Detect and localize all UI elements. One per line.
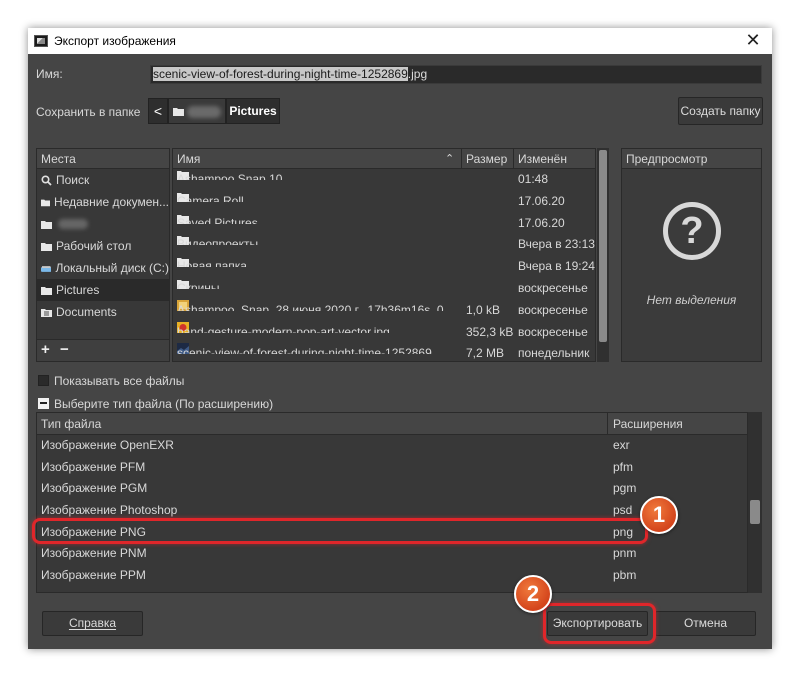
preview-panel: Предпросмотр ? Нет выделения	[621, 148, 762, 362]
folder-icon	[41, 242, 52, 251]
file-row[interactable]: Новая папка Вчера в 19:24	[173, 256, 595, 278]
help-button[interactable]: Справка	[42, 611, 143, 636]
png-highlight-annotation	[32, 518, 648, 544]
sort-ascending-icon: ⌃	[445, 153, 455, 165]
place-user-home[interactable]	[37, 213, 169, 235]
place-local-disk[interactable]: Локальный диск (C:)	[37, 257, 169, 279]
file-type-row[interactable]: Изображение PGM pgm	[37, 478, 747, 500]
question-icon: ?	[663, 202, 721, 260]
add-bookmark-button[interactable]: +	[41, 341, 50, 358]
app-icon	[34, 35, 48, 47]
file-row[interactable]: Скрины воскресенье	[173, 278, 595, 300]
places-panel: Места Поиск Недавние докумен... Рабочий …	[36, 148, 170, 362]
filename-extension-text: .jpg	[407, 67, 428, 81]
file-type-header: Тип файла Расширения	[37, 413, 747, 435]
search-icon	[41, 174, 52, 186]
file-row[interactable]: Видеопроекты Вчера в 23:13	[173, 234, 595, 256]
file-type-row[interactable]: Изображение PFM pfm	[37, 457, 747, 479]
window-title: Экспорт изображения	[54, 34, 176, 48]
collapse-icon	[38, 398, 49, 409]
column-extensions-header[interactable]: Расширения	[613, 413, 683, 435]
path-segment-user[interactable]	[168, 98, 226, 124]
column-size-header[interactable]: Размер	[466, 149, 507, 169]
preview-header: Предпросмотр	[622, 149, 761, 169]
file-type-list: Тип файла Расширения Изображение OpenEXR…	[36, 412, 748, 593]
column-modified-header[interactable]: Изменён	[518, 149, 567, 169]
file-row[interactable]: Ashampoo_Snap_28 июня 2020 г._17h36m16s_…	[173, 299, 595, 322]
recent-icon	[41, 199, 51, 206]
file-list: Имя ⌃ Размер Изменён Ashampoo Snap 10 01…	[172, 148, 596, 362]
file-row[interactable]: Saved Pictures 17.06.20	[173, 213, 595, 235]
blurred-username	[58, 219, 88, 229]
path-segment-pictures[interactable]: Pictures	[226, 98, 280, 124]
file-type-expander[interactable]: Выберите тип файла (По расширению)	[38, 397, 273, 411]
no-selection-text: Нет выделения	[646, 293, 737, 307]
save-in-folder-label: Сохранить в папке	[36, 105, 141, 119]
place-recent[interactable]: Недавние докумен...	[37, 191, 169, 213]
place-pictures[interactable]: Pictures	[37, 279, 169, 301]
file-list-header: Имя ⌃ Размер Изменён	[173, 149, 595, 169]
place-desktop[interactable]: Рабочий стол	[37, 235, 169, 257]
file-type-row[interactable]: Изображение PNM pnm	[37, 543, 747, 565]
remove-bookmark-button[interactable]: −	[60, 341, 69, 358]
place-documents[interactable]: Documents	[37, 301, 169, 323]
file-row[interactable]: Camera Roll 17.06.20	[173, 191, 595, 213]
document-folder-icon	[41, 308, 52, 317]
filename-input[interactable]: scenic-view-of-forest-during-night-time-…	[150, 65, 762, 84]
export-highlight-annotation	[543, 603, 656, 644]
folder-icon	[41, 220, 52, 229]
create-folder-button[interactable]: Создать папку	[678, 97, 763, 125]
blurred-username	[187, 106, 221, 118]
file-type-row[interactable]: Изображение PPM pbm	[37, 565, 747, 587]
filename-selected-text: scenic-view-of-forest-during-night-time-…	[153, 67, 408, 81]
folder-icon	[41, 286, 52, 295]
places-footer: + −	[37, 339, 169, 361]
export-image-dialog: Экспорт изображения ✕ Имя: scenic-view-o…	[28, 28, 772, 649]
file-row[interactable]: scenic-view-of-forest-during-night-time-…	[173, 343, 595, 361]
place-search[interactable]: Поиск	[37, 169, 169, 191]
folder-icon	[173, 108, 184, 116]
drive-icon	[41, 265, 52, 272]
step-2-badge: 2	[514, 575, 552, 613]
column-name-header[interactable]: Имя	[177, 149, 200, 169]
step-1-badge: 1	[640, 496, 678, 534]
column-file-type-header[interactable]: Тип файла	[41, 413, 101, 435]
file-type-scrollbar[interactable]	[748, 412, 762, 593]
places-header: Места	[37, 149, 169, 169]
checkbox-icon	[38, 375, 49, 386]
scrollbar-thumb[interactable]	[750, 500, 760, 524]
close-icon[interactable]: ✕	[742, 30, 764, 52]
file-row[interactable]: Ashampoo Snap 10 01:48	[173, 169, 595, 191]
name-label: Имя:	[36, 67, 63, 81]
file-type-row[interactable]: Изображение OpenEXR exr	[37, 435, 747, 457]
scrollbar-thumb[interactable]	[599, 150, 607, 342]
cancel-button[interactable]: Отмена	[655, 611, 756, 636]
title-bar: Экспорт изображения ✕	[28, 28, 772, 54]
path-back-button[interactable]: <	[148, 98, 168, 124]
file-row[interactable]: hand-gesture-modern-pop-art-vector.jpg 3…	[173, 321, 595, 344]
file-list-scrollbar[interactable]	[597, 148, 609, 362]
show-all-files-checkbox[interactable]: Показывать все файлы	[38, 374, 184, 388]
